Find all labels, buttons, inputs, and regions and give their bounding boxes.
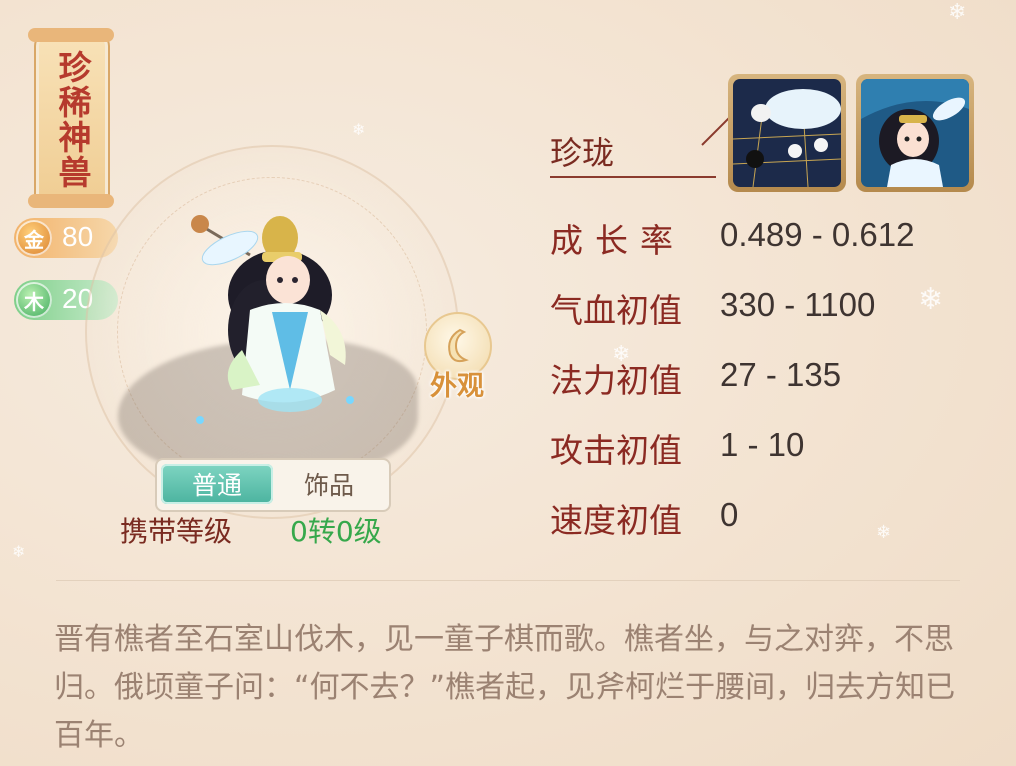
rarity-banner: 珍稀神兽: [28, 28, 114, 208]
appearance-button[interactable]: 外观: [416, 312, 498, 412]
sparkle-icon: ❄: [948, 0, 967, 25]
stat-label: 成长率: [550, 221, 685, 260]
pet-description: 晋有樵者至石室山伐木，见一童子棋而歌。樵者坐，与之对弈，不思归。俄顷童子问：“何…: [54, 622, 956, 753]
skill-slot-2[interactable]: [856, 74, 974, 192]
appearance-label: 外观: [430, 371, 484, 402]
name-underline: [550, 176, 716, 178]
stat-value: 27 - 135: [720, 356, 842, 393]
stat-label: 攻击初值: [550, 431, 682, 470]
sparkle-icon: ❄: [918, 282, 944, 317]
sparkle-icon: ❄: [12, 542, 26, 561]
carry-level-value: 0转0级: [290, 515, 382, 548]
stat-value: 330 - 1100: [720, 286, 876, 323]
wood-element-icon: 木: [16, 282, 52, 318]
gold-element-value: 80: [62, 221, 94, 252]
pet-model[interactable]: [180, 200, 360, 430]
stat-value: 1 - 10: [720, 426, 805, 463]
skill-slot-1[interactable]: [728, 74, 846, 192]
stat-value: 0.489 - 0.612: [720, 216, 915, 253]
sparkle-icon: ❄: [352, 120, 366, 139]
pet-portrait-icon: [861, 79, 969, 187]
sparkle-icon: ❄: [876, 522, 892, 543]
stat-value: 0: [720, 496, 739, 533]
rarity-tag: 珍稀神兽: [53, 50, 92, 190]
stat-label: 速度初值: [550, 501, 682, 540]
pet-name: 珍珑: [550, 134, 615, 172]
view-toggle: 普通 饰品: [155, 458, 391, 512]
go-board-hand-icon: [733, 79, 841, 187]
stat-label: 法力初值: [550, 361, 682, 400]
carry-level-label: 携带等级: [120, 515, 233, 548]
tab-accessory[interactable]: 饰品: [273, 464, 385, 504]
tab-normal[interactable]: 普通: [161, 464, 273, 504]
gold-element-icon: 金: [16, 220, 52, 256]
stat-label: 气血初值: [550, 291, 682, 330]
section-divider: [56, 580, 960, 581]
